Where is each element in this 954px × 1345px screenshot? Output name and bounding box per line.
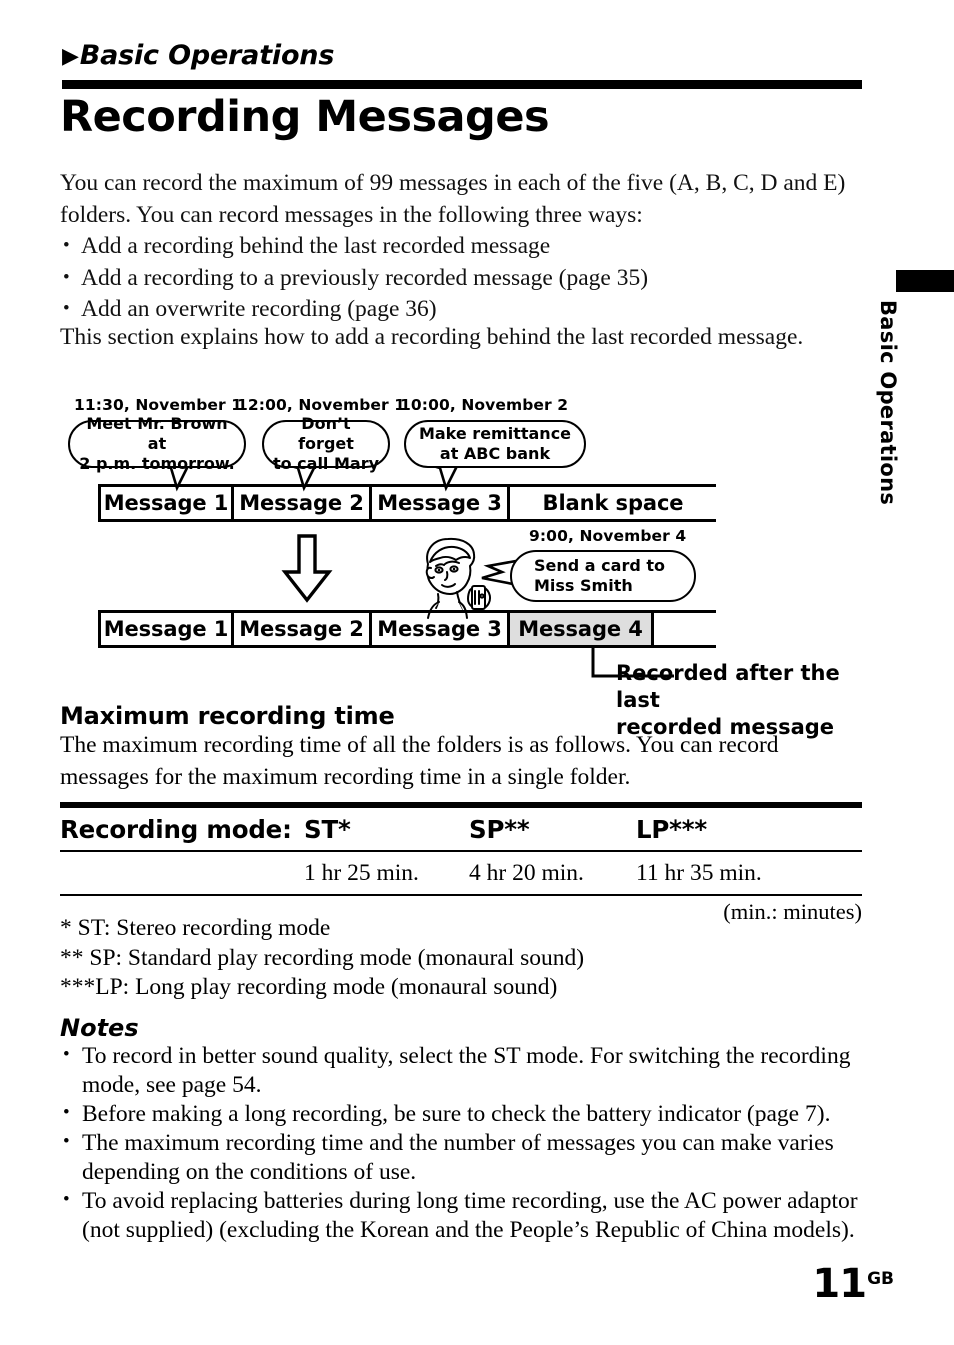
table-cell: 11 hr 35 min. xyxy=(636,859,762,886)
page-title: Recording Messages xyxy=(60,92,550,142)
table-header-cell: ST* xyxy=(304,814,351,844)
list-item: The maximum recording time and the numbe… xyxy=(60,1127,872,1187)
max-recording-paragraph-text: The maximum recording time of all the fo… xyxy=(60,732,779,790)
timestamp-label: 11:30, November 1 xyxy=(74,396,243,414)
page-number-value: 11 xyxy=(812,1261,867,1307)
notes-list: To record in better sound quality, selec… xyxy=(60,1040,872,1245)
speech-bubble-text: Send a card to Miss Smith xyxy=(534,556,665,595)
max-recording-paragraph: The maximum recording time of all the fo… xyxy=(60,730,872,793)
table-cell: 4 hr 20 min. xyxy=(469,859,584,886)
timestamp-label: 12:00, November 1 xyxy=(237,396,406,414)
footnote-line: ***LP: Long play recording mode (monaura… xyxy=(60,974,558,1000)
list-item: To record in better sound quality, selec… xyxy=(60,1040,872,1100)
message-strip-after: Message 1 Message 2 Message 3 Message 4 xyxy=(98,610,716,648)
title-divider-rule xyxy=(62,80,862,89)
recording-diagram: 11:30, November 1 12:00, November 1 10:0… xyxy=(60,392,870,739)
message-cell: Message 2 xyxy=(234,613,372,645)
triangle-marker-icon: ▶ xyxy=(62,44,79,69)
footnote-line: * ST: Stereo recording mode xyxy=(60,915,331,941)
speech-bubble: Meet Mr. Brown at 2 p.m. tomorrow. xyxy=(68,414,246,473)
speech-bubble: Send a card to Miss Smith xyxy=(510,550,696,602)
intro-paragraph: You can record the maximum of 99 message… xyxy=(60,170,846,228)
table-header-cell: LP*** xyxy=(636,814,708,844)
down-arrow-icon xyxy=(281,534,333,603)
message-cell: Message 3 xyxy=(372,613,510,645)
table-cell: 1 hr 25 min. xyxy=(304,859,419,886)
manual-page: ▶Basic Operations Recording Messages Bas… xyxy=(0,0,954,1345)
speech-bubble: Don’t forget to call Mary xyxy=(262,414,390,473)
speech-bubble-text: Don’t forget to call Mary xyxy=(272,414,380,473)
recording-mode-table: Recording mode: ST* SP** LP*** 1 hr 25 m… xyxy=(60,802,862,925)
section-intro-paragraph: This section explains how to add a recor… xyxy=(60,324,804,350)
notes-heading: Notes xyxy=(60,1014,139,1042)
side-tab-marker xyxy=(896,270,954,292)
table-header-cell: Recording mode: xyxy=(60,814,292,844)
chapter-tag-label: Basic Operations xyxy=(79,40,335,71)
table-row: 1 hr 25 min. 4 hr 20 min. 11 hr 35 min. xyxy=(60,852,862,894)
speech-bubble: Make remittance at ABC bank xyxy=(404,420,586,468)
speech-bubble-text: Make remittance at ABC bank xyxy=(418,424,572,463)
message-cell: Message 1 xyxy=(98,613,234,645)
list-item: Add an overwrite recording (page 36) xyxy=(60,293,868,326)
trailing-blank-cell xyxy=(654,613,716,645)
list-item: Add a recording to a previously recorded… xyxy=(60,262,868,295)
list-item: To avoid replacing batteries during long… xyxy=(60,1185,872,1245)
footnote-block: * ST: Stereo recording mode ** SP: Stand… xyxy=(60,914,872,1003)
page-number: 11GB xyxy=(812,1261,894,1307)
side-tab-label: Basic Operations xyxy=(876,300,900,506)
section-heading-max-recording: Maximum recording time xyxy=(60,702,395,730)
table-header-row: Recording mode: ST* SP** LP*** xyxy=(60,808,862,850)
callout-label: Recorded after the last recorded message xyxy=(616,661,840,739)
timestamp-label: 10:00, November 2 xyxy=(400,396,569,414)
message-cell-new: Message 4 xyxy=(510,613,654,645)
list-item: Add a recording behind the last recorded… xyxy=(60,230,868,263)
blank-space-cell: Blank space xyxy=(542,491,684,515)
footnote-line: ** SP: Standard play recording mode (mon… xyxy=(60,944,585,971)
intro-bullet-list: Add a recording behind the last recorded… xyxy=(60,230,868,326)
list-item: Before making a long recording, be sure … xyxy=(60,1098,872,1129)
chapter-tag: ▶Basic Operations xyxy=(62,40,334,71)
section-intro-block: This section explains how to add a recor… xyxy=(60,322,868,354)
timestamp-label: 9:00, November 4 xyxy=(529,527,687,545)
table-header-cell: SP** xyxy=(469,814,530,844)
speech-bubble-text: Meet Mr. Brown at 2 p.m. tomorrow. xyxy=(79,414,235,473)
intro-block: You can record the maximum of 99 message… xyxy=(60,168,868,326)
page-number-suffix: GB xyxy=(867,1269,894,1289)
